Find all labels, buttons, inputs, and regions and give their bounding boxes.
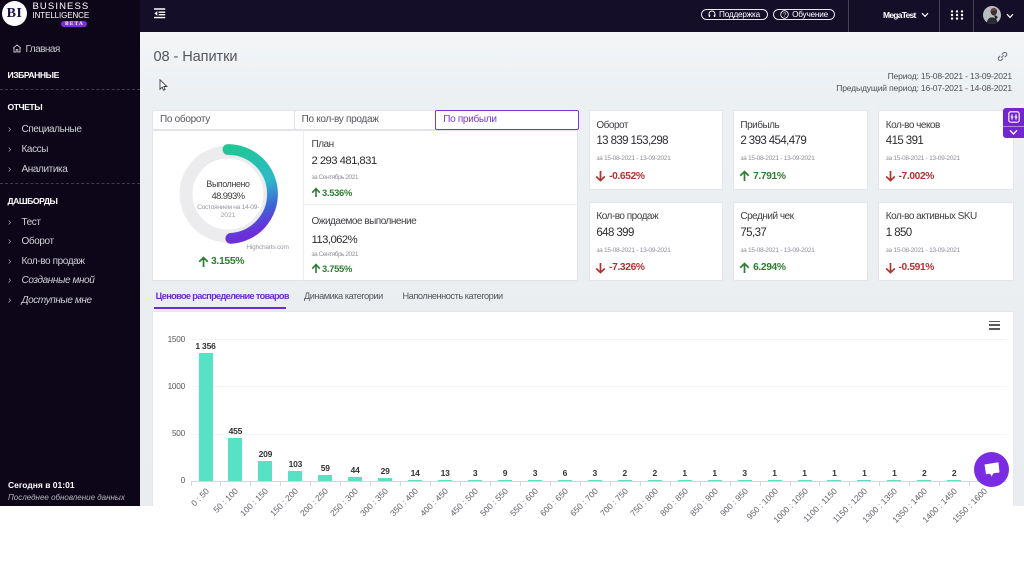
- svg-text:?: ?: [783, 12, 786, 18]
